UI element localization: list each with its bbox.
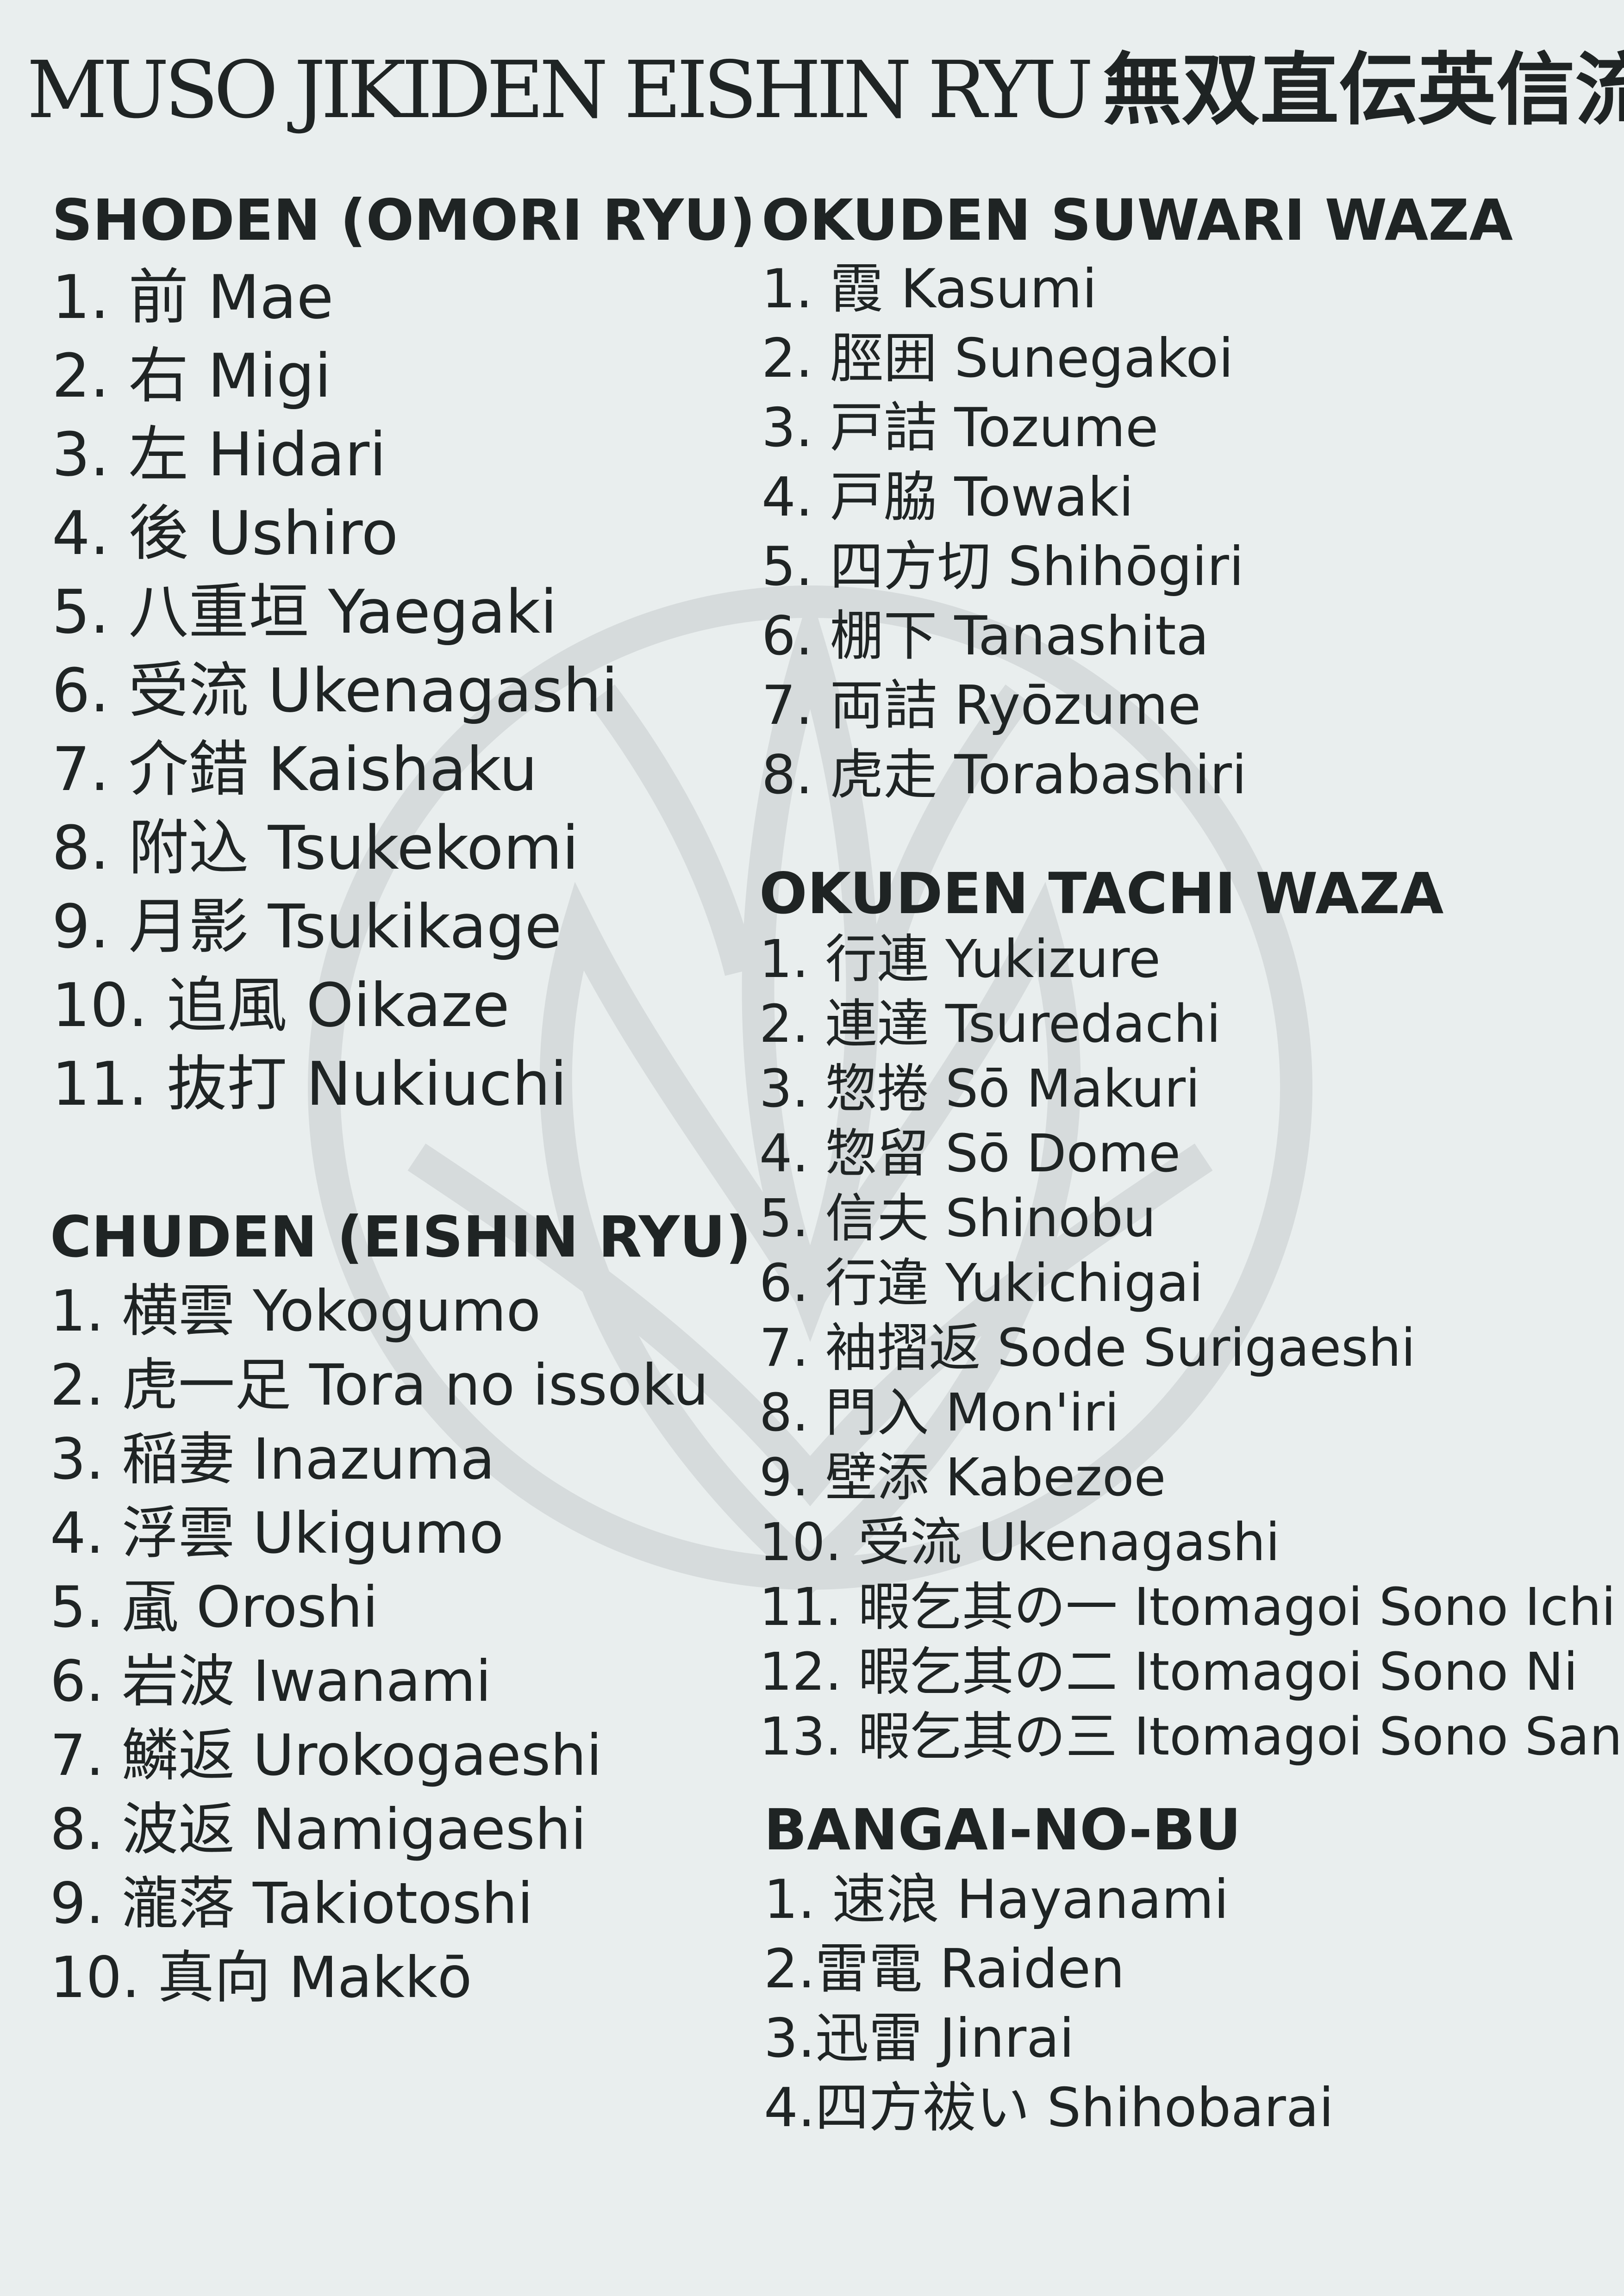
section-heading-okuden-suwari: OKUDEN SUWARI WAZA xyxy=(762,187,1513,253)
list-item: 1. 霞 Kasumi xyxy=(762,258,1097,320)
list-item: 11. 暇乞其の一 Itomagoi Sono Ichi xyxy=(759,1577,1616,1637)
list-item: 2. 虎一足 Tora no issoku xyxy=(50,1352,709,1418)
section-heading-shoden: SHODEN (OMORI RYU) xyxy=(52,187,756,253)
list-item: 7. 介錯 Kaishaku xyxy=(52,734,537,804)
technique-list-bangai: 1. 速浪 Hayanami 2.雷電 Raiden 3.迅雷 Jinrai 4… xyxy=(764,1865,1334,2143)
list-item: 3. 左 Hidari xyxy=(52,419,387,490)
technique-list-okuden-suwari: 1. 霞 Kasumi 2. 脛囲 Sunegakoi 3. 戸詰 Tozume… xyxy=(762,255,1247,810)
section-heading-bangai: BANGAI-NO-BU xyxy=(764,1797,1241,1863)
list-item: 8. 虎走 Torabashiri xyxy=(762,744,1247,806)
list-item: 8. 門入 Mon'iri xyxy=(759,1383,1119,1443)
section-heading-okuden-tachi: OKUDEN TACHI WAZA xyxy=(759,861,1444,927)
technique-list-chuden: 1. 横雲 Yokogumo 2. 虎一足 Tora no issoku 3. … xyxy=(50,1274,709,2015)
technique-list-shoden: 1. 前 Mae 2. 右 Migi 3. 左 Hidari 4. 後 Ushi… xyxy=(52,258,618,1123)
list-item: 2.雷電 Raiden xyxy=(764,1938,1125,2000)
list-item: 1. 速浪 Hayanami xyxy=(764,1868,1229,1931)
list-item: 9. 壁添 Kabezoe xyxy=(759,1448,1166,1508)
list-item: 12. 暇乞其の二 Itomagoi Sono Ni xyxy=(759,1642,1578,1702)
list-item: 6. 岩波 Iwanami xyxy=(50,1649,492,1714)
list-item: 6. 棚下 Tanashita xyxy=(762,605,1209,667)
list-item: 7. 袖摺返 Sode Surigaeshi xyxy=(759,1318,1416,1378)
list-item: 6. 受流 Ukenagashi xyxy=(52,655,618,726)
list-item: 9. 月影 Tsukikage xyxy=(52,891,562,962)
list-item: 10. 真向 Makkō xyxy=(50,1945,472,2010)
list-item: 4. 浮雲 Ukigumo xyxy=(50,1500,504,1566)
list-item: 8. 附込 Tsukekomi xyxy=(52,813,579,883)
list-item: 3. 稲妻 Inazuma xyxy=(50,1426,495,1492)
list-item: 2. 脛囲 Sunegakoi xyxy=(762,327,1234,390)
list-item: 5. 颪 Oroshi xyxy=(50,1574,378,1640)
list-item: 3. 惣捲 Sō Makuri xyxy=(759,1059,1200,1119)
list-item: 4. 戸脇 Towaki xyxy=(762,466,1134,529)
list-item: 13. 暇乞其の三 Itomagoi Sono San xyxy=(759,1707,1623,1767)
list-item: 5. 信夫 Shinobu xyxy=(759,1188,1156,1249)
list-item: 4.四方祓い Shihobarai xyxy=(764,2077,1334,2139)
list-item: 7. 鱗返 Urokogaeshi xyxy=(50,1723,602,1788)
list-item: 2. 連達 Tsuredachi xyxy=(759,994,1221,1054)
list-item: 9. 瀧落 Takiotoshi xyxy=(50,1871,533,1936)
list-item: 3.迅雷 Jinrai xyxy=(764,2007,1074,2070)
list-item: 10. 追風 Oikaze xyxy=(52,970,510,1040)
title-kanji: 無双直伝英信流 xyxy=(1103,44,1624,136)
list-item: 8. 波返 Namigaeshi xyxy=(50,1797,587,1862)
section-heading-chuden: CHUDEN (EISHIN RYU) xyxy=(50,1204,751,1270)
list-item: 1. 横雲 Yokogumo xyxy=(50,1278,541,1344)
list-item: 3. 戸詰 Tozume xyxy=(762,397,1159,459)
list-item: 4. 後 Ushiro xyxy=(52,498,399,568)
list-item: 2. 右 Migi xyxy=(52,341,331,411)
list-item: 5. 四方切 Shihōgiri xyxy=(762,535,1244,598)
list-item: 4. 惣留 Sō Dome xyxy=(759,1124,1181,1184)
title-main: MUSO JIKIDEN EISHIN RYU xyxy=(27,44,1093,136)
list-item: 11. 抜打 Nukiuchi xyxy=(52,1049,567,1119)
list-item: 1. 前 Mae xyxy=(52,262,334,332)
page-title: MUSO JIKIDEN EISHIN RYU 無双直伝英信流 xyxy=(27,51,1624,130)
list-item: 7. 両詰 Ryōzume xyxy=(762,674,1201,737)
technique-list-okuden-tachi: 1. 行連 Yukizure 2. 連達 Tsuredachi 3. 惣捲 Sō… xyxy=(759,927,1622,1769)
list-item: 1. 行連 Yukizure xyxy=(759,929,1161,989)
list-item: 10. 受流 Ukenagashi xyxy=(759,1512,1280,1573)
list-item: 5. 八重垣 Yaegaki xyxy=(52,577,557,647)
list-item: 6. 行違 Yukichigai xyxy=(759,1253,1204,1313)
